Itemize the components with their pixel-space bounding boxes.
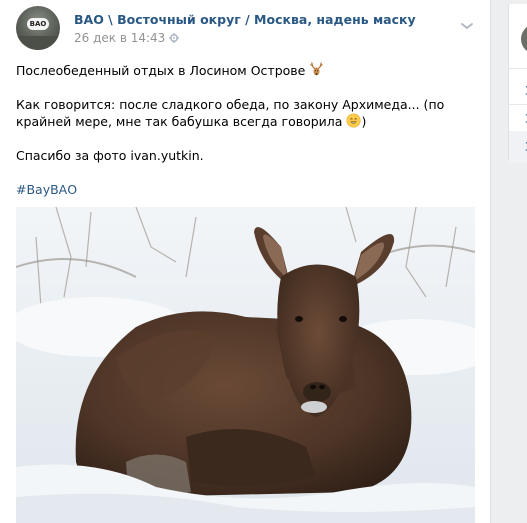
post-text-line: Как говорится: после сладкого обеда, по … xyxy=(16,96,478,132)
post-meta: 26 дек в 14:43 xyxy=(74,31,180,45)
smile-emoji-icon xyxy=(346,113,361,132)
post-author-link[interactable]: ВАО \ Восточный округ / Москва, надень м… xyxy=(74,12,416,27)
post-text-line: Спасибо за фото ivan.yutkin. xyxy=(16,148,204,163)
post-header: ВАО ВАО \ Восточный округ / Москва, наде… xyxy=(16,6,476,50)
gear-icon xyxy=(169,33,180,43)
right-column: З З З xyxy=(508,0,527,523)
right-column-card: З З З xyxy=(508,4,527,163)
deer-emoji-icon xyxy=(309,62,324,81)
avatar-badge: ВАО xyxy=(27,18,49,30)
post-photo[interactable] xyxy=(16,207,475,523)
chevron-down-icon[interactable] xyxy=(460,16,474,29)
wall-post: ВАО ВАО \ Восточный округ / Москва, наде… xyxy=(0,0,491,523)
avatar[interactable] xyxy=(521,24,527,54)
moose-calf-in-snow-photo xyxy=(16,207,475,523)
hashtag-link[interactable]: #ВауВАО xyxy=(16,181,77,198)
post-text-line: Послеобеденный отдых в Лосином Острове xyxy=(16,62,324,81)
post-date[interactable]: 26 дек в 14:43 xyxy=(74,31,165,45)
page: ВАО ВАО \ Восточный округ / Москва, наде… xyxy=(0,0,527,523)
community-avatar[interactable]: ВАО xyxy=(16,6,60,50)
